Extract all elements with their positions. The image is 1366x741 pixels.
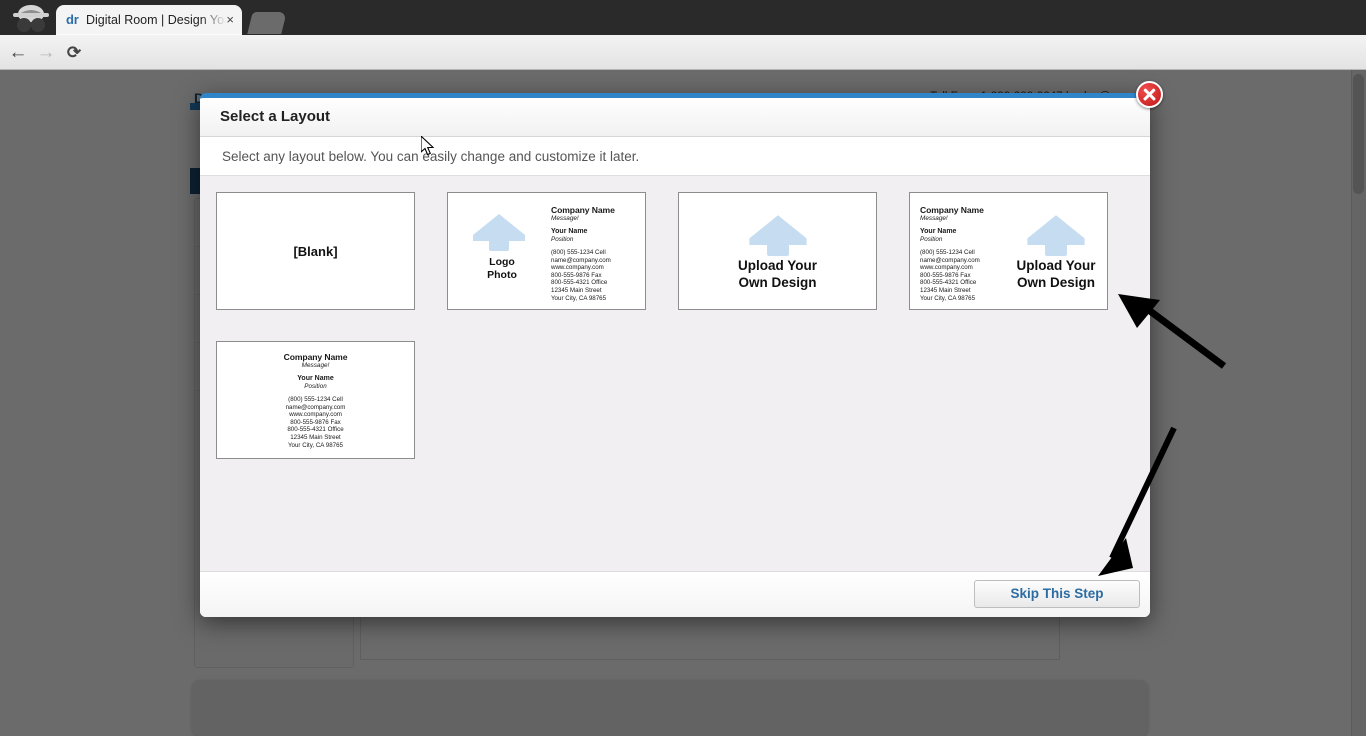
modal-title: Select a Layout (220, 108, 331, 125)
contact-line: Your City, CA 98765 (920, 294, 976, 302)
forward-icon[interactable]: → (34, 41, 58, 65)
contact-line: (800) 555-1234 Cell (551, 249, 606, 256)
modal-body: [Blank] Logo Photo Company Name Message! (200, 175, 1150, 571)
contact-line: 12345 Main Street (920, 286, 971, 294)
your-name: Your Name (920, 228, 957, 235)
upload-placeholder: Upload Your Own Design (1006, 201, 1106, 301)
contact-block: (800) 555-1234 Cell name@company.com www… (217, 396, 414, 449)
company-message: Message! (551, 215, 579, 222)
contact-line: (800) 555-1234 Cell (920, 249, 975, 256)
logo-label-line2: Photo (487, 269, 517, 281)
select-layout-modal: Select a Layout Select any layout below.… (200, 93, 1150, 617)
position: Position (920, 236, 943, 243)
contact-line: name@company.com (285, 403, 346, 411)
contact-block: (800) 555-1234 Cell name@company.com www… (920, 249, 984, 302)
layout-option-logo-text[interactable]: Logo Photo Company Name Message! Your Na… (447, 192, 646, 310)
contact-line: name@company.com (551, 256, 611, 264)
browser-chrome: dr Digital Room | Design You × ← → ⟳ eas… (0, 0, 1366, 98)
upload-placeholder: Upload Your Own Design (679, 193, 876, 309)
upload-label-line2: Own Design (738, 275, 817, 290)
layout-option-upload[interactable]: Upload Your Own Design (678, 192, 877, 310)
browser-toolbar: ← → ⟳ easy.digitalroom.com/tool.php?#&pr… (0, 35, 1366, 98)
upload-arrow-icon (471, 211, 533, 255)
close-icon[interactable] (1136, 81, 1163, 108)
company-name: Company Name (920, 205, 984, 215)
contact-line: www.company.com (289, 411, 342, 419)
modal-titlebar: Select a Layout (200, 98, 1150, 137)
back-icon[interactable]: ← (6, 41, 30, 65)
reload-icon[interactable]: ⟳ (62, 41, 86, 65)
contact-line: name@company.com (920, 256, 980, 264)
your-name: Your Name (297, 375, 334, 382)
upload-label-line1: Upload Your (1016, 257, 1096, 273)
tab-favicon: dr (66, 12, 79, 27)
card-preview-text: Company Name Message! Your Name Position… (217, 352, 414, 449)
contact-line: (800) 555-1234 Cell (288, 396, 343, 403)
position: Position (551, 236, 574, 243)
contact-line: 800-555-4321 Office (551, 279, 608, 287)
tab-title: Digital Room | Design You (86, 13, 226, 27)
logo-placeholder: Logo Photo (460, 211, 544, 281)
layout-option-blank[interactable]: [Blank] (216, 192, 415, 310)
company-name: Company Name (551, 205, 615, 215)
layout-option-text-centered[interactable]: Company Name Message! Your Name Position… (216, 341, 415, 459)
upload-label-line1: Upload Your (737, 257, 817, 273)
company-name: Company Name (283, 352, 348, 362)
mouse-cursor (420, 134, 435, 156)
upload-arrow-icon (747, 212, 809, 256)
card-preview-text: Company Name Message! Your Name Position… (551, 205, 615, 302)
company-message: Message! (301, 362, 330, 369)
contact-line: Your City, CA 98765 (551, 294, 607, 302)
contact-line: Your City, CA 98765 (287, 441, 344, 449)
browser-tab[interactable]: dr Digital Room | Design You × (56, 5, 242, 35)
contact-line: 12345 Main Street (290, 433, 341, 441)
contact-line: 800-555-4321 Office (287, 426, 344, 434)
contact-line: www.company.com (551, 264, 604, 272)
layout-grid: [Blank] Logo Photo Company Name Message! (216, 192, 1134, 459)
position: Position (304, 383, 327, 390)
contact-line: 800-555-9876 Fax (290, 418, 341, 426)
tab-strip: dr Digital Room | Design You × (0, 0, 1366, 35)
logo-label-line1: Logo (489, 256, 515, 268)
layout-option-text-upload[interactable]: Company Name Message! Your Name Position… (909, 192, 1108, 310)
contact-line: 800-555-9876 Fax (920, 271, 971, 279)
card-preview-text: Company Name Message! Your Name Position… (920, 205, 984, 302)
contact-line: 800-555-9876 Fax (551, 271, 602, 279)
contact-line: 800-555-4321 Office (920, 279, 977, 287)
your-name: Your Name (551, 228, 588, 235)
contact-line: 12345 Main Street (551, 286, 602, 294)
incognito-icon (8, 3, 54, 33)
new-tab-button[interactable] (247, 12, 287, 34)
company-message: Message! (920, 215, 948, 222)
upload-arrow-icon (1025, 212, 1087, 256)
layout-blank-label: [Blank] (293, 243, 338, 259)
upload-label-line2: Own Design (1016, 275, 1095, 290)
contact-block: (800) 555-1234 Cell name@company.com www… (551, 249, 615, 302)
skip-this-step-button[interactable]: Skip This Step (974, 580, 1140, 608)
tab-close-icon[interactable]: × (226, 12, 234, 27)
contact-line: www.company.com (920, 264, 973, 272)
modal-footer: Skip This Step (200, 571, 1150, 617)
